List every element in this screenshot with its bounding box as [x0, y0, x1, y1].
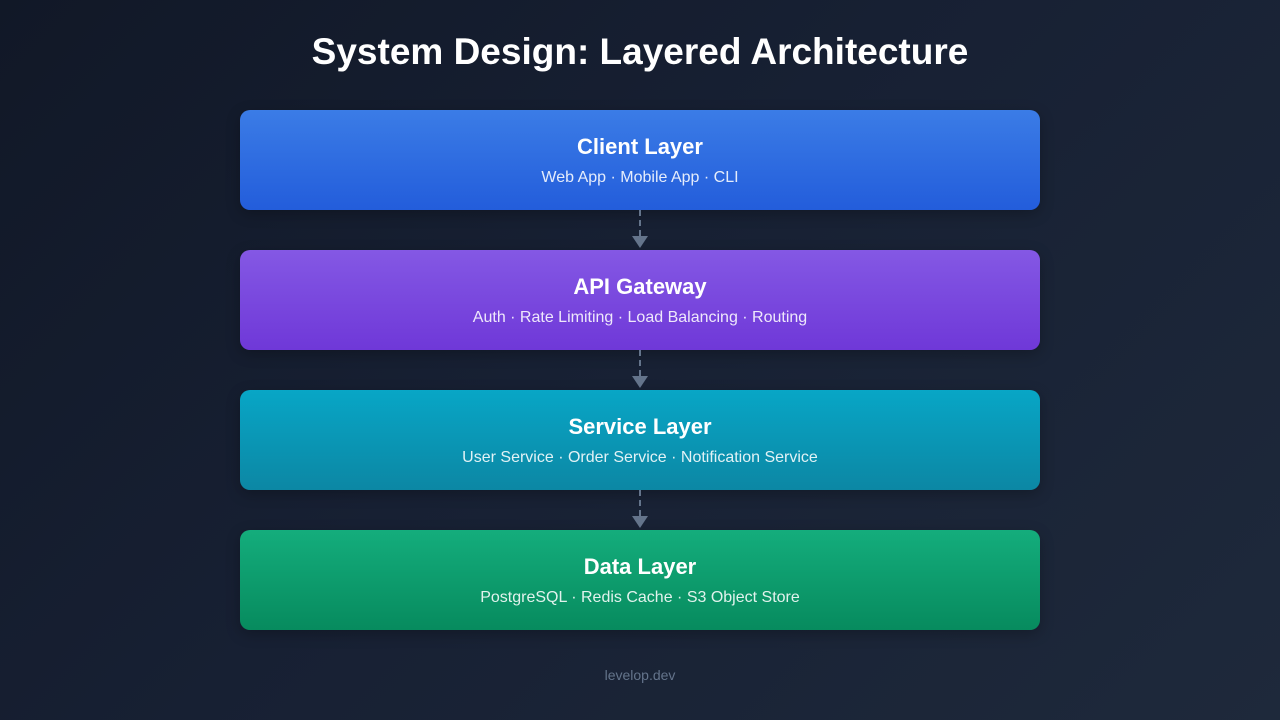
arrow-down-icon [632, 236, 648, 248]
service-layer-components: User Service · Order Service · Notificat… [462, 449, 818, 466]
footer-credit: levelop.dev [604, 667, 676, 683]
layer-stack: Client Layer Web App · Mobile App · CLI … [240, 110, 1040, 630]
dashed-line [639, 350, 641, 376]
connector-gateway-to-service [240, 350, 1040, 390]
diagram-title: System Design: Layered Architecture [311, 31, 969, 72]
service-layer-box: Service Layer User Service · Order Servi… [240, 390, 1040, 490]
client-layer-box: Client Layer Web App · Mobile App · CLI [240, 110, 1040, 210]
connector-service-to-data [240, 490, 1040, 530]
client-layer-components: Web App · Mobile App · CLI [541, 169, 739, 186]
api-gateway-box: API Gateway Auth · Rate Limiting · Load … [240, 250, 1040, 350]
data-layer-title: Data Layer [583, 554, 697, 579]
dashed-line [639, 210, 641, 236]
service-layer-title: Service Layer [568, 414, 712, 439]
data-layer-components: PostgreSQL · Redis Cache · S3 Object Sto… [480, 589, 800, 606]
api-gateway-title: API Gateway [573, 274, 707, 299]
arrow-down-icon [632, 516, 648, 528]
connector-client-to-gateway [240, 210, 1040, 250]
data-layer-box: Data Layer PostgreSQL · Redis Cache · S3… [240, 530, 1040, 630]
dashed-line [639, 490, 641, 516]
api-gateway-components: Auth · Rate Limiting · Load Balancing · … [472, 309, 808, 326]
client-layer-title: Client Layer [577, 134, 703, 159]
arrow-down-icon [632, 376, 648, 388]
